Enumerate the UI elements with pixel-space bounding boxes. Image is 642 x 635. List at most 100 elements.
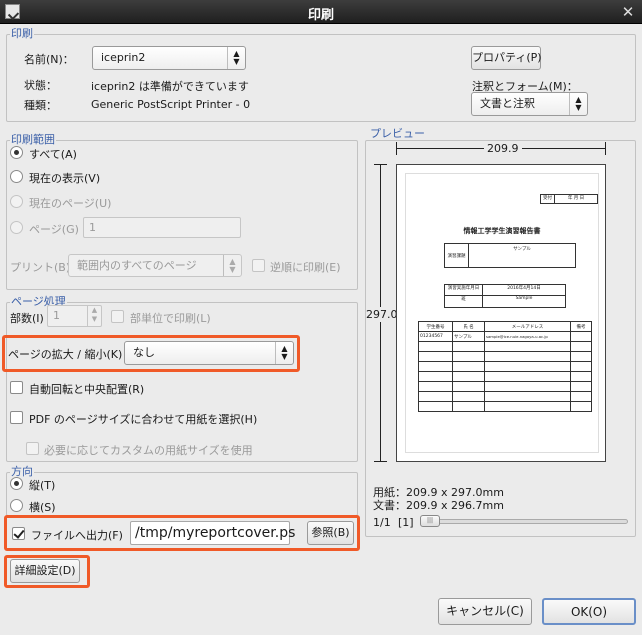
spin-arrows-icon[interactable]: ▲ ▼ [87,306,101,326]
doc-table-row [418,341,592,352]
portrait-radio[interactable] [10,477,23,490]
range-pages-label[interactable]: ページ(G) [29,221,79,237]
width-dimension-label: 209.9 [484,142,522,155]
file-output-checkbox[interactable] [12,527,25,540]
doc-table-row [418,391,592,402]
doc-table-row: 01234567 サンプル sample@ice.nuie.nagoya-u.a… [418,331,592,342]
range-current-page-radio[interactable] [10,195,23,208]
print-range-section-label: 印刷範囲 [10,133,56,146]
page-number: [1] [398,516,414,529]
scale-value: なし [133,346,155,359]
range-all-label[interactable]: すべて(A) [29,146,77,162]
doc-table-header-row: 学生番号 氏 名 メールアドレス 備考 [418,321,592,332]
doc-assignment-label: 演習課題 [445,244,469,267]
annotation-value: 文書と注釈 [480,97,535,110]
custom-paper-label[interactable]: 必要に応じてカスタムの用紙サイズを使用 [44,442,253,458]
doc-info-row: 演習実施年月日 2016年4月14日 [445,285,565,296]
copies-value: 1 [53,309,60,322]
printer-name-value: iceprin2 [101,51,146,64]
reverse-label[interactable]: 逆順に印刷(E) [270,259,341,275]
window-title: 印刷 [307,8,334,23]
orientation-group [6,472,358,516]
auto-rotate-label[interactable]: 自動回転と中央配置(R) [29,381,144,397]
properties-button[interactable]: プロパティ(P) [471,46,542,70]
pdf-paper-checkbox[interactable] [10,411,23,424]
doc-cell: sample@ice.nuie.nagoya-u.ac.jp [484,331,571,342]
doc-table-row [418,361,592,372]
doc-info-row: 班 Sample [445,296,565,307]
print-subset-value: 範囲内のすべてのページ [77,259,197,272]
doc-info-value: Sample [515,296,533,301]
custom-paper-checkbox[interactable] [26,442,39,455]
print-subset-select[interactable]: 範囲内のすべてのページ ▲ ▼ [68,254,242,277]
range-all-radio[interactable] [10,146,23,159]
annotation-select[interactable]: 文書と注釈 ▲ ▼ [471,92,588,116]
landscape-label[interactable]: 横(S) [29,499,56,515]
page-slider-handle[interactable]: ||| [420,515,440,527]
scale-select[interactable]: なし ▲ ▼ [124,341,294,365]
cancel-button[interactable]: キャンセル(C) [438,598,532,625]
pdf-paper-label[interactable]: PDF のページサイズに合わせて用紙を選択(H) [29,411,257,427]
doc-assignment-box: 演習課題 サンプル [444,243,576,268]
doc-title: 情報工学学生演習報告書 [463,227,541,235]
copies-input[interactable]: 1 ▲ ▼ [47,305,102,327]
range-pages-radio[interactable] [10,221,23,234]
chevron-updown-icon: ▲ ▼ [275,342,293,364]
preview-page-content: 受付 年 月 日 情報工学学生演習報告書 演習課題 サンプル 演習実施年月日 2… [405,173,599,453]
chevron-updown-icon: ▲ ▼ [227,47,245,69]
page-slider-track[interactable] [420,519,628,524]
doc-student-table: 学生番号 氏 名 メールアドレス 備考 01234567 サンプル sample… [418,321,592,412]
advanced-button[interactable]: 詳細設定(D) [10,559,80,583]
doc-info-table: 演習実施年月日 2016年4月14日 班 Sample [444,284,566,308]
status-label: 状態： [24,79,57,92]
type-value: Generic PostScript Printer - 0 [91,98,251,111]
page-indicator: 1/1 [373,516,391,529]
status-value: iceprin2 は準備ができています [91,80,249,93]
collate-label[interactable]: 部単位で印刷(L) [130,310,211,326]
chevron-updown-icon: ▲ ▼ [569,93,587,115]
auto-rotate-checkbox[interactable] [10,381,23,394]
range-current-page-label[interactable]: 現在のページ(U) [29,195,111,211]
width-dimension-right-tick [605,142,606,155]
ok-button[interactable]: OK(O) [542,598,636,625]
doc-table-row [418,381,592,392]
height-dimension-bottom-tick [374,461,387,462]
preview-section-label: プレビュー [369,127,426,140]
scale-label: ページの拡大 / 縮小(K) [8,348,123,361]
collate-checkbox[interactable] [111,310,124,323]
file-path-input[interactable]: /tmp/myreportcover.ps [130,521,295,545]
copies-label: 部数(I) [10,312,44,325]
height-dimension-label: 297.0 [366,307,398,322]
close-icon[interactable]: ✕ [619,3,637,21]
doc-col-header: 氏 名 [452,321,485,332]
doc-info-value: 2016年4月14日 [507,286,541,291]
doc-table-row [418,351,592,362]
reverse-checkbox[interactable] [252,259,265,272]
width-dimension-left-tick [396,142,397,155]
file-output-label[interactable]: ファイルへ出力(F) [31,527,123,543]
doc-stamp-date: 年 月 日 [567,196,585,201]
doc-col-header: メールアドレス [484,321,571,332]
doc-cell: 01234567 [418,331,453,342]
doc-assignment-value: サンプル [513,247,531,252]
range-current-view-label[interactable]: 現在の表示(V) [29,170,100,186]
doc-table-row [418,371,592,382]
doc-info-label: 班 [445,296,483,307]
preview-page: 受付 年 月 日 情報工学学生演習報告書 演習課題 サンプル 演習実施年月日 2… [396,164,606,462]
doc-table-row [418,401,592,412]
doc-cell: サンプル [452,331,485,342]
portrait-label[interactable]: 縦(T) [29,477,55,493]
browse-button[interactable]: 参照(B) [307,521,354,545]
chevron-updown-icon: ▲ ▼ [223,255,241,276]
landscape-radio[interactable] [10,499,23,512]
doc-cell [570,331,592,342]
pages-input[interactable]: 1 [83,217,241,238]
printer-name-select[interactable]: iceprin2 ▲ ▼ [92,46,246,70]
range-current-view-radio[interactable] [10,170,23,183]
doc-col-header: 備考 [570,321,592,332]
printer-section-label: 印刷 [10,27,34,40]
printer-name-label: 名前(N)： [24,53,74,66]
doc-stamp-label: 受付 [541,195,555,203]
height-dimension-top-tick [374,164,387,165]
doc-col-header: 学生番号 [418,321,453,332]
